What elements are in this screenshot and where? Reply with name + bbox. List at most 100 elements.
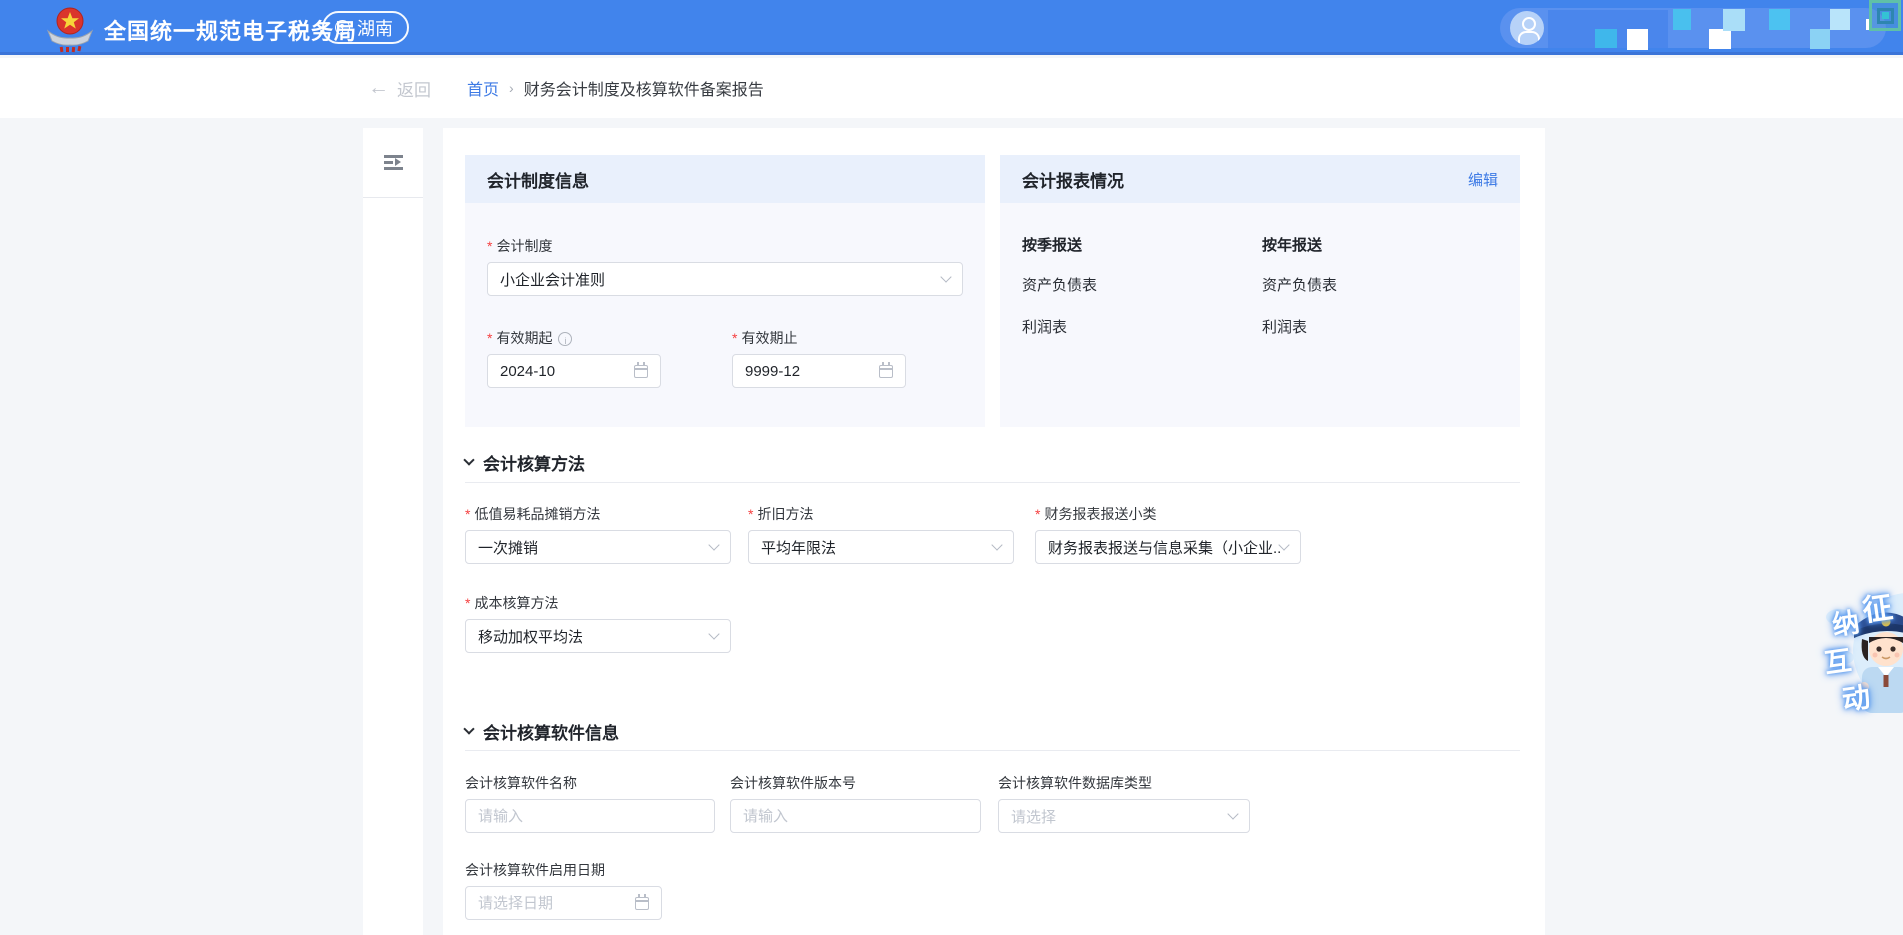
select-value: 小企业会计准则 (500, 269, 605, 290)
main-content-panel: 会计制度信息 * 会计制度 小企业会计准则 * 有效期起 (443, 128, 1545, 935)
valid-to-date-input[interactable] (732, 354, 906, 388)
breadcrumb-home-link[interactable]: 首页 (467, 76, 499, 100)
collapsed-sidebar (363, 128, 423, 935)
redacted-user-info-block (1830, 9, 1850, 30)
valid-from-value[interactable] (500, 363, 626, 380)
breadcrumb-separator: › (509, 80, 514, 96)
required-asterisk: * (487, 330, 492, 347)
edit-button[interactable]: 编辑 (1468, 169, 1498, 190)
software-section-header[interactable]: 会计核算软件信息 (465, 719, 619, 744)
site-title: 全国统一规范电子税务局 (104, 14, 357, 46)
cost-accounting-method-select[interactable]: 移动加权平均法 (465, 619, 731, 653)
field-label: * 成本核算方法 (465, 595, 731, 612)
accounting-system-card: 会计制度信息 * 会计制度 小企业会计准则 * 有效期起 (465, 155, 985, 427)
field-label: 会计核算软件启用日期 (465, 862, 662, 879)
valid-to-value[interactable] (745, 363, 871, 380)
breadcrumb: ← 返回 首页 › 财务会计制度及核算软件备案报告 (0, 58, 1903, 118)
select-placeholder: 请选择 (1011, 806, 1056, 827)
required-asterisk: * (465, 506, 470, 523)
report-item: 资产负债表 (1262, 274, 1337, 295)
chevron-down-icon (708, 628, 719, 639)
breadcrumb-current-page: 财务会计制度及核算软件备案报告 (524, 76, 764, 100)
mascot-char: 纳 (1829, 600, 1861, 642)
valid-from-date-input[interactable] (487, 354, 661, 388)
field-label: * 有效期止 (732, 330, 906, 347)
depreciation-method-select[interactable]: 平均年限法 (748, 530, 1014, 564)
annual-report-column: 按年报送 资产负债表 利润表 (1262, 234, 1337, 358)
chevron-down-icon (991, 539, 1002, 550)
field-label: * 折旧方法 (748, 506, 1014, 523)
redacted-user-info-block (1673, 9, 1691, 30)
mascot-char: 动 (1839, 675, 1872, 719)
mascot-char: 互 (1821, 638, 1853, 680)
required-asterisk: * (487, 238, 492, 255)
mascot-char: 征 (1859, 582, 1895, 630)
location-pin-icon (335, 20, 350, 35)
redacted-user-info-block (1709, 29, 1731, 49)
report-item: 利润表 (1022, 316, 1097, 337)
chevron-down-icon (708, 539, 719, 550)
required-asterisk: * (1035, 506, 1040, 523)
user-avatar-icon[interactable] (1510, 11, 1544, 45)
quarterly-report-column: 按季报送 资产负债表 利润表 (1022, 234, 1097, 358)
software-start-date-input[interactable] (478, 895, 627, 912)
calendar-icon[interactable] (879, 365, 893, 378)
software-name-input[interactable] (478, 808, 702, 825)
redacted-user-info-block (1627, 29, 1648, 50)
chevron-down-icon (1278, 539, 1289, 550)
report-item: 利润表 (1262, 316, 1337, 337)
field-label: * 低值易耗品摊销方法 (465, 506, 731, 523)
card-title: 会计报表情况 (1022, 167, 1124, 192)
select-value: 平均年限法 (761, 537, 836, 558)
required-asterisk: * (732, 330, 737, 347)
report-item: 资产负债表 (1022, 274, 1097, 295)
accounting-system-select[interactable]: 小企业会计准则 (487, 262, 963, 296)
redacted-user-info-block (1810, 29, 1830, 49)
section-title: 会计核算方法 (483, 450, 585, 475)
chevron-down-icon (940, 271, 951, 282)
card-header: 会计报表情况 编辑 (1000, 155, 1520, 203)
back-arrow-icon[interactable]: ← (368, 76, 389, 100)
software-version-field[interactable] (730, 799, 981, 833)
chevron-down-icon (463, 454, 474, 465)
column-heading: 按季报送 (1022, 234, 1097, 255)
tax-bureau-emblem-icon (44, 5, 96, 53)
expand-sidebar-icon[interactable] (384, 155, 403, 170)
select-value: 一次摊销 (478, 537, 538, 558)
back-button[interactable]: 返回 (397, 76, 431, 101)
region-badge[interactable]: 湖南 (322, 11, 409, 44)
field-label: 会计核算软件版本号 (730, 775, 981, 792)
card-title: 会计制度信息 (487, 167, 589, 192)
chevron-down-icon (1227, 808, 1238, 819)
corner-app-icon (1869, 0, 1901, 31)
report-subtype-select[interactable]: 财务报表报送与信息采集（小企业... (1035, 530, 1301, 564)
divider (465, 750, 1520, 751)
redacted-user-info-block (1723, 9, 1745, 31)
field-label: 会计核算软件数据库类型 (998, 775, 1250, 792)
calendar-icon[interactable] (634, 365, 648, 378)
card-header: 会计制度信息 (465, 155, 985, 203)
software-version-input[interactable] (743, 808, 968, 825)
select-value: 移动加权平均法 (478, 626, 583, 647)
amortization-method-select[interactable]: 一次摊销 (465, 530, 731, 564)
card-body: 按季报送 资产负债表 利润表 按年报送 资产负债表 利润表 (1000, 203, 1520, 427)
card-body: * 会计制度 小企业会计准则 * 有效期起 (465, 203, 985, 427)
interaction-assistant-mascot[interactable]: 征 纳 互 动 (1808, 573, 1903, 723)
required-asterisk: * (748, 506, 753, 523)
field-label: 会计核算软件名称 (465, 775, 715, 792)
chevron-down-icon (463, 723, 474, 734)
method-section-header[interactable]: 会计核算方法 (465, 450, 585, 475)
section-title: 会计核算软件信息 (483, 719, 619, 744)
report-status-card: 会计报表情况 编辑 按季报送 资产负债表 利润表 按年报送 资产负债表 利润表 (1000, 155, 1520, 427)
column-heading: 按年报送 (1262, 234, 1337, 255)
software-name-field[interactable] (465, 799, 715, 833)
field-label: * 有效期起 (487, 330, 661, 347)
calendar-icon[interactable] (635, 897, 649, 910)
divider (465, 482, 1520, 483)
software-database-type-select[interactable]: 请选择 (998, 799, 1250, 833)
info-icon[interactable] (558, 332, 572, 346)
software-start-date-field[interactable] (465, 886, 662, 920)
field-label: * 财务报表报送小类 (1035, 506, 1301, 523)
required-asterisk: * (465, 595, 470, 612)
redacted-user-info-block (1769, 9, 1790, 30)
